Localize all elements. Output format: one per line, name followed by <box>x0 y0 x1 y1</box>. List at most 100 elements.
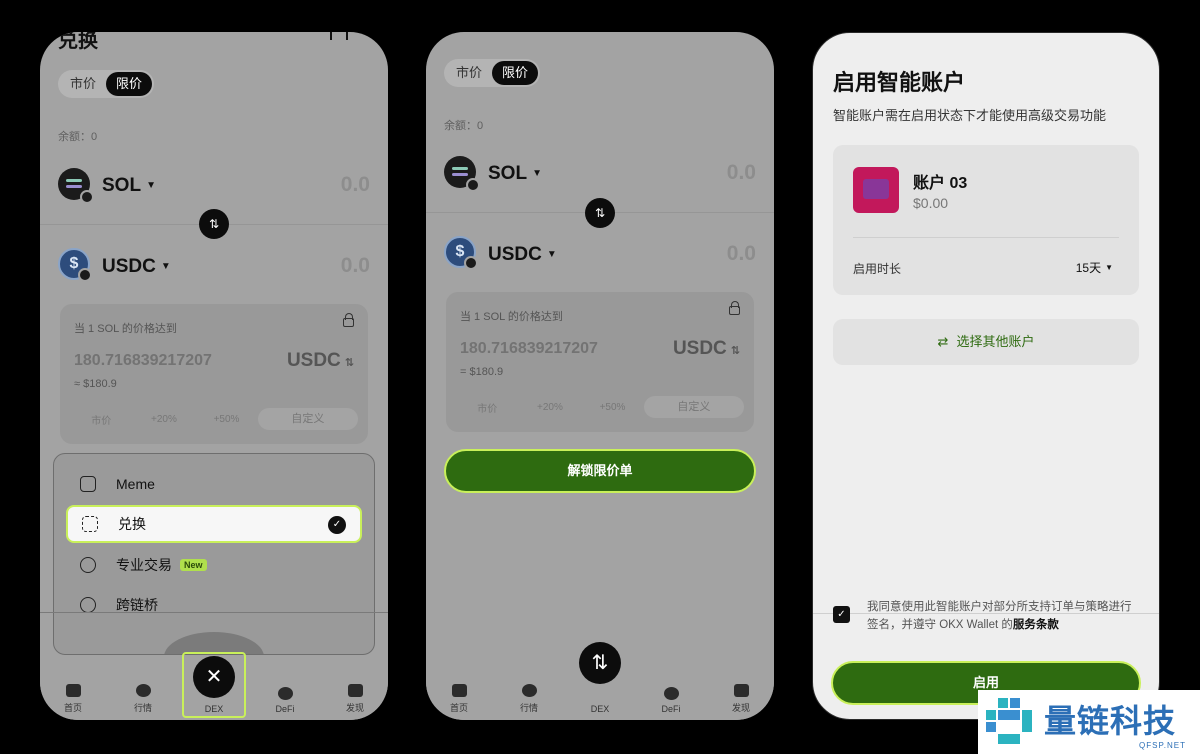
swap-arrows-icon: ⇅ <box>591 652 609 674</box>
order-type-tabs: 市价 限价 <box>444 59 541 87</box>
watermark: 量链科技 QFSP.NET <box>978 690 1200 754</box>
bridge-icon <box>80 597 96 613</box>
switch-icon: ⇄ <box>937 334 949 349</box>
tab-market[interactable]: 行情 <box>118 684 168 714</box>
from-amount[interactable]: 0.0 <box>341 173 370 197</box>
sol-coin-icon <box>58 168 94 204</box>
watermark-title: 量链科技 <box>1044 703 1177 739</box>
tab-market[interactable]: 市价 <box>60 72 106 96</box>
from-amount[interactable]: 0.0 <box>727 161 756 185</box>
unlock-limit-order-button[interactable]: 解锁限价单 <box>444 449 756 493</box>
price-options: 市价 +20% +50% 自定义 <box>456 396 744 418</box>
screen-enable-smart-account: 启用智能账户 智能账户需在启用状态下才能使用高级交易功能 账户 03 $0.00… <box>812 32 1160 720</box>
swap-grid-icon <box>82 516 98 532</box>
option-custom[interactable]: 自定义 <box>643 396 744 418</box>
limit-label: 当 1 SOL 的价格达到 <box>74 323 177 335</box>
from-token-selector[interactable]: SOL ▼ <box>488 163 542 185</box>
limit-currency[interactable]: USDC ⇅ <box>673 338 740 360</box>
limit-price[interactable]: 180.716839217207 <box>460 340 598 358</box>
usdc-coin-icon: $ <box>58 248 92 282</box>
to-amount[interactable]: 0.0 <box>727 242 756 266</box>
tab-limit[interactable]: 限价 <box>492 61 539 85</box>
option-market[interactable]: 市价 <box>456 400 519 415</box>
select-other-account-button[interactable]: ⇄ 选择其他账户 <box>833 319 1139 365</box>
watermark-logo-icon <box>986 696 1038 748</box>
menu-item-bridge[interactable]: 跨链桥 <box>66 586 362 624</box>
agree-text: 我同意使用此智能账户对部分所支持订单与策略进行签名，并遵守 OKX Wallet… <box>867 601 1132 631</box>
account-name: 账户 03 <box>913 175 968 192</box>
page-title: 启用智能账户 <box>833 70 966 95</box>
limit-label: 当 1 SOL 的价格达到 <box>460 311 563 323</box>
divider <box>853 237 1119 238</box>
chevron-down-icon: ▼ <box>146 180 156 191</box>
usdc-coin-icon: $ <box>444 236 478 270</box>
balance-text: 余额：0 <box>58 131 98 143</box>
chevron-down-icon: ▼ <box>546 249 557 260</box>
option-market[interactable]: 市价 <box>70 412 133 427</box>
sol-coin-icon <box>444 156 480 192</box>
from-token-selector[interactable]: SOL ▼ <box>102 175 156 197</box>
dex-center-button[interactable]: ⇅ <box>579 642 621 684</box>
limit-price[interactable]: 180.716839217207 <box>74 352 212 370</box>
lock-icon <box>729 301 740 315</box>
close-icon: ✕ <box>205 666 223 688</box>
chart-icon <box>135 684 151 697</box>
tab-defi[interactable]: DeFi <box>260 687 310 714</box>
limit-price-card: 当 1 SOL 的价格达到 180.716839217207 USDC ⇅ ≈ $… <box>60 304 368 444</box>
duration-select[interactable]: 15天 ▼ <box>1076 259 1113 276</box>
agree-checkbox[interactable]: ✓ <box>833 606 850 623</box>
account-balance: $0.00 <box>913 195 949 211</box>
defi-icon <box>277 687 293 700</box>
telescope-icon <box>347 684 363 697</box>
to-token-selector[interactable]: USDC ▼ <box>488 244 557 266</box>
swap-direction-button[interactable]: ⇅ <box>199 209 229 239</box>
swap-icon: ⇅ <box>344 357 354 369</box>
swap-direction-button[interactable]: ⇅ <box>585 198 615 228</box>
telescope-icon <box>733 684 749 697</box>
to-token-selector[interactable]: USDC ▼ <box>102 256 171 278</box>
account-card: 账户 03 $0.00 启用时长 15天 ▼ <box>833 145 1139 295</box>
tab-market[interactable]: 市价 <box>446 61 492 85</box>
limit-currency[interactable]: USDC ⇅ <box>287 350 354 372</box>
tab-limit[interactable]: 限价 <box>106 72 153 96</box>
option-plus20[interactable]: +20% <box>133 414 196 425</box>
account-avatar <box>853 167 899 213</box>
balance-text: 余额：0 <box>444 120 484 132</box>
menu-item-meme[interactable]: Meme <box>66 465 362 503</box>
option-custom[interactable]: 自定义 <box>257 408 358 430</box>
option-plus50[interactable]: +50% <box>581 402 644 413</box>
order-type-tabs: 市价 限价 <box>58 70 155 98</box>
tab-discover[interactable]: 发现 <box>716 684 766 714</box>
settings-icon[interactable] <box>330 32 348 40</box>
duration-label: 启用时长 <box>853 262 902 276</box>
tab-dex[interactable]: DEX <box>575 704 625 714</box>
menu-item-pro-trade[interactable]: 专业交易 New <box>66 546 362 584</box>
limit-usd-value: = $180.9 <box>460 366 504 378</box>
price-options: 市价 +20% +50% 自定义 <box>70 408 358 430</box>
divider <box>40 612 388 613</box>
terms-link[interactable]: 服务条款 <box>1013 619 1059 631</box>
option-plus50[interactable]: +50% <box>195 414 258 425</box>
chevron-down-icon: ▼ <box>1105 263 1113 272</box>
chart-icon <box>521 684 537 697</box>
tab-market[interactable]: 行情 <box>504 684 554 714</box>
wallet-icon <box>451 684 467 697</box>
screen-limit-order: 市价 限价 余额：0 SOL ▼ 0.0 ⇅ $ USDC ▼ 0.0 当 1 SO… <box>426 32 774 720</box>
close-menu-button[interactable]: ✕ <box>193 656 235 698</box>
page-subtitle: 智能账户需在启用状态下才能使用高级交易功能 <box>833 108 1107 123</box>
check-icon: ✓ <box>328 516 346 534</box>
wallet-icon <box>65 684 81 697</box>
tab-home[interactable]: 首页 <box>48 684 98 714</box>
new-badge: New <box>180 559 207 571</box>
tab-defi[interactable]: DeFi <box>646 687 696 714</box>
dex-menu: Meme 兑换 ✓ 专业交易 New 跨链桥 <box>53 453 375 655</box>
lock-icon <box>343 313 354 327</box>
to-amount[interactable]: 0.0 <box>341 254 370 278</box>
screen-swap-menu: 兑换 市价 限价 余额：0 SOL ▼ 0.0 ⇅ $ USDC ▼ 0.0 当 1… <box>40 32 388 720</box>
tab-discover[interactable]: 发现 <box>330 684 380 714</box>
tab-home[interactable]: 首页 <box>434 684 484 714</box>
chevron-down-icon: ▼ <box>160 261 171 272</box>
option-plus20[interactable]: +20% <box>519 402 582 413</box>
target-icon <box>80 557 96 573</box>
menu-item-swap[interactable]: 兑换 ✓ <box>66 505 362 543</box>
